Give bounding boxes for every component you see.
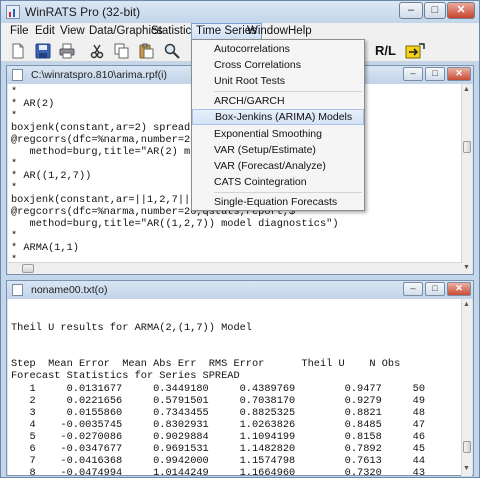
paste-icon[interactable] <box>138 43 154 59</box>
scroll-down-arrow-icon[interactable]: ▼ <box>463 264 470 271</box>
menu-help[interactable]: Help <box>288 25 312 37</box>
output-table-row: 2 0.0221656 0.5791501 0.7038170 0.9279 4… <box>11 395 426 407</box>
output-table-row: 5 -0.0270086 0.9029884 1.1094199 0.8158 … <box>11 431 426 443</box>
code-line: * <box>11 158 18 170</box>
code-line: * <box>11 182 18 194</box>
program-horizontal-scrollbar[interactable] <box>8 262 463 274</box>
output-close-button[interactable]: ✕ <box>447 282 471 296</box>
output-line: Theil U results for ARMA(2,(1,7)) Model <box>11 322 252 334</box>
save-icon[interactable] <box>35 43 51 59</box>
menu-item-single-equation-forecasts[interactable]: Single-Equation Forecasts <box>192 194 364 210</box>
menu-item-autocorrelations[interactable]: Autocorrelations <box>192 41 364 57</box>
menu-item-exponential-smoothing[interactable]: Exponential Smoothing <box>192 126 364 142</box>
scroll-up-arrow-icon[interactable]: ▲ <box>463 301 470 308</box>
menu-item-box-jenkins-arima[interactable]: Box-Jenkins (ARIMA) Models <box>192 109 364 125</box>
code-line: boxjenk(constant,ar=2) spread <box>11 122 191 134</box>
ready-local-toggle[interactable]: R/L <box>375 43 396 58</box>
output-vertical-scrollbar[interactable]: ▲ ▼ <box>461 299 472 476</box>
menu-window[interactable]: Window <box>247 25 288 37</box>
scroll-up-arrow-icon[interactable]: ▲ <box>463 86 470 93</box>
copy-icon[interactable] <box>114 43 130 59</box>
program-scroll-thumb[interactable] <box>463 141 471 153</box>
code-line: method=burg,title="AR((1,2,7)) model dia… <box>11 218 339 230</box>
menu-item-var-setup-estimate[interactable]: VAR (Setup/Estimate) <box>192 142 364 158</box>
time-series-menu: Autocorrelations Cross Correlations Unit… <box>191 39 365 211</box>
program-maximize-button[interactable]: □ <box>425 67 445 81</box>
output-maximize-button[interactable]: □ <box>425 282 445 296</box>
menu-file[interactable]: File <box>10 25 29 37</box>
output-table-row: 8 -0.0474994 1.0144249 1.1664960 0.7320 … <box>11 467 426 475</box>
title-bar: WinRATS Pro (32-bit) – □ ✕ <box>1 1 479 23</box>
output-text-area[interactable]: Theil U results for ARMA(2,(1,7)) Model … <box>8 299 464 475</box>
code-line: boxjenk(constant,ar=||1,2,7||) s <box>11 194 209 206</box>
menu-separator <box>214 91 362 92</box>
app-window: WinRATS Pro (32-bit) – □ ✕ File Edit Vie… <box>0 0 480 478</box>
code-line: * <box>11 230 18 242</box>
run-program-icon[interactable] <box>405 43 425 59</box>
find-icon[interactable] <box>164 43 180 59</box>
document-icon <box>12 69 23 81</box>
menu-item-var-forecast-analyze[interactable]: VAR (Forecast/Analyze) <box>192 158 364 174</box>
menu-item-unit-root-tests[interactable]: Unit Root Tests <box>192 73 364 89</box>
code-line: @regcorrs(dfc=%narma,number=20 <box>11 134 197 146</box>
maximize-button[interactable]: □ <box>424 2 446 19</box>
menu-item-cross-correlations[interactable]: Cross Correlations <box>192 57 364 73</box>
code-line: * AR((1,2,7)) <box>11 170 92 182</box>
output-window-title: noname00.txt(o) <box>31 284 108 296</box>
output-table-row: 1 0.0131677 0.3449180 0.4389769 0.9477 5… <box>11 383 426 395</box>
program-close-button[interactable]: ✕ <box>447 67 471 81</box>
menu-item-arch-garch[interactable]: ARCH/GARCH <box>192 93 364 109</box>
print-icon[interactable] <box>59 43 75 59</box>
output-table-row: 3 0.0155860 0.7343455 0.8825325 0.8821 4… <box>11 407 426 419</box>
code-line: * <box>11 86 18 98</box>
new-file-icon[interactable] <box>10 43 26 59</box>
output-header-line: Step Mean Error Mean Abs Err RMS Error T… <box>11 358 401 370</box>
program-window-title: C:\winratspro.810\arima.rpf(i) <box>31 69 167 81</box>
output-table-row: 6 -0.0347677 0.9691531 1.1482820 0.7892 … <box>11 443 426 455</box>
scroll-down-arrow-icon[interactable]: ▼ <box>463 465 470 472</box>
minimize-button[interactable]: – <box>399 2 423 19</box>
code-line: * AR(2) <box>11 98 55 110</box>
menu-item-cats-cointegration[interactable]: CATS Cointegration <box>192 174 364 190</box>
menu-bar: File Edit View Data/Graphics Statistics … <box>1 23 479 40</box>
output-window: noname00.txt(o) – □ ✕ Theil U results fo… <box>6 280 474 476</box>
menu-view[interactable]: View <box>60 25 85 37</box>
output-table-row: 4 -0.0035745 0.8302931 1.0263826 0.8485 … <box>11 419 426 431</box>
output-window-title-bar: noname00.txt(o) – □ ✕ <box>7 281 473 299</box>
program-minimize-button[interactable]: – <box>403 67 423 81</box>
program-vertical-scrollbar[interactable]: ▲ ▼ <box>461 84 472 274</box>
close-button[interactable]: ✕ <box>447 2 475 19</box>
code-line: * <box>11 110 18 122</box>
menu-edit[interactable]: Edit <box>35 25 55 37</box>
menu-separator <box>214 192 362 193</box>
code-line: method=burg,title="AR(2) mod <box>11 146 203 158</box>
output-line: Forecast Statistics for Series SPREAD <box>11 370 240 382</box>
winrats-app-icon <box>6 5 20 19</box>
cut-icon[interactable] <box>89 43 105 59</box>
app-title: WinRATS Pro (32-bit) <box>25 5 141 19</box>
program-hscroll-thumb[interactable] <box>22 264 34 273</box>
output-scroll-thumb[interactable] <box>463 441 471 453</box>
code-line: * ARMA(1,1) <box>11 242 79 254</box>
output-minimize-button[interactable]: – <box>403 282 423 296</box>
document-icon <box>12 284 23 296</box>
output-table-row: 7 -0.0416368 0.9942000 1.1574798 0.7613 … <box>11 455 426 467</box>
